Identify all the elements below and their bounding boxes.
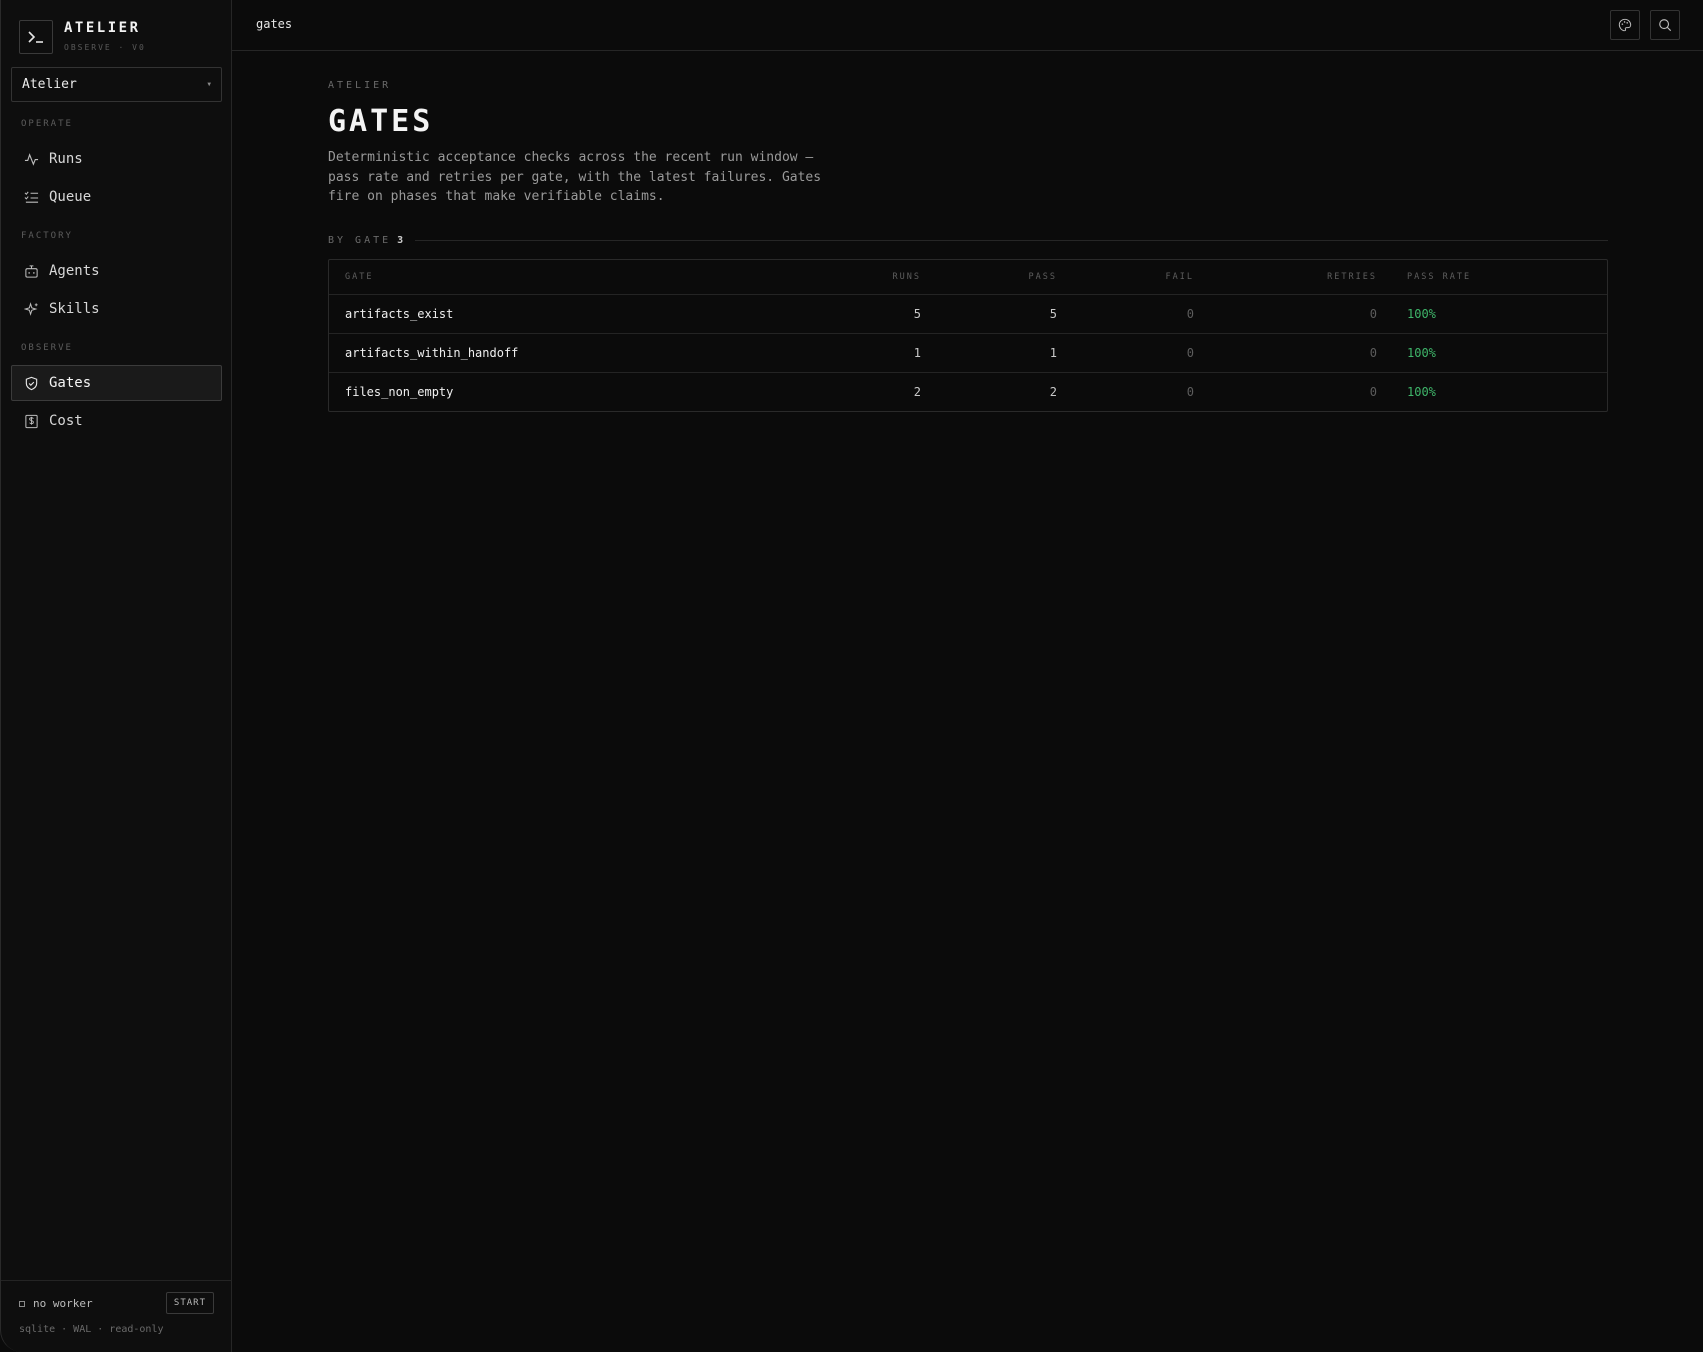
- workspace-select[interactable]: Atelier ▼: [11, 67, 222, 102]
- runs-count: 5: [913, 307, 921, 321]
- terminal-icon: [19, 20, 53, 54]
- list-checks-icon: [24, 191, 39, 203]
- sidebar-item-label: Runs: [49, 151, 83, 167]
- nav-section-factory: FACTORY: [21, 231, 73, 241]
- column-header-gate[interactable]: GATE: [345, 260, 373, 294]
- storage-meta: sqlite · WAL · read-only: [19, 1324, 164, 1335]
- group-count: 3: [397, 234, 404, 246]
- workspace-selected-value: Atelier: [22, 77, 77, 92]
- sidebar-item-label: Agents: [49, 263, 100, 279]
- group-header: BY GATE 3: [328, 232, 1608, 248]
- gate-name: artifacts_within_handoff: [345, 346, 519, 360]
- sidebar-item-runs[interactable]: Runs: [11, 141, 222, 177]
- fail-count: 0: [1186, 346, 1194, 360]
- pass-count: 1: [1049, 346, 1057, 360]
- shield-icon: [25, 376, 38, 390]
- gate-name: files_non_empty: [345, 385, 454, 399]
- gate-name: artifacts_exist: [345, 307, 454, 321]
- brand[interactable]: ATELIER OBSERVE · V0: [19, 20, 219, 54]
- sparkles-icon: [24, 301, 38, 316]
- search-icon: [1659, 19, 1672, 32]
- bot-icon: [25, 264, 38, 278]
- nav-section-observe: OBSERVE: [21, 343, 73, 353]
- sidebar-item-skills[interactable]: Skills: [11, 291, 222, 327]
- pass-count: 2: [1049, 385, 1057, 399]
- sidebar-item-queue[interactable]: Queue: [11, 179, 222, 215]
- activity-icon: [24, 152, 39, 166]
- pass-count: 5: [1049, 307, 1057, 321]
- start-worker-button[interactable]: START: [165, 1292, 214, 1314]
- column-header-fail[interactable]: FAIL: [1166, 260, 1194, 294]
- brand-subtitle: OBSERVE · V0: [64, 43, 146, 52]
- sidebar-item-label: Queue: [49, 189, 92, 205]
- sidebar-item-label: Skills: [49, 301, 100, 317]
- runs-count: 2: [913, 385, 921, 399]
- retries-count: 0: [1369, 307, 1377, 321]
- gates-table: GATE RUNS PASS FAIL RETRIES PASS RATE ar…: [328, 259, 1608, 412]
- worker-status-text: no worker: [33, 1297, 93, 1310]
- page-title: GATES: [328, 104, 434, 139]
- pass-rate: 100%: [1407, 385, 1436, 399]
- fail-count: 0: [1186, 307, 1194, 321]
- app-window: ATELIER OBSERVE · V0 Atelier ▼ OPERATE R…: [0, 0, 1703, 1352]
- column-header-retries[interactable]: RETRIES: [1327, 260, 1377, 294]
- divider: [415, 239, 1608, 241]
- status-dot-icon: [19, 1300, 25, 1307]
- brand-title: ATELIER: [64, 20, 141, 36]
- pass-rate: 100%: [1407, 307, 1436, 321]
- dollar-square-icon: [25, 414, 38, 428]
- table-row[interactable]: files_non_empty 2 2 0 0 100%: [329, 372, 1607, 411]
- palette-icon: [1618, 18, 1632, 32]
- page-description: Deterministic acceptance checks across t…: [328, 150, 822, 204]
- sidebar-item-agents[interactable]: Agents: [11, 253, 222, 289]
- chevron-down-icon: ▼: [207, 81, 211, 88]
- sidebar-footer: no worker START sqlite · WAL · read-only: [1, 1280, 232, 1352]
- sidebar-item-label: Gates: [49, 375, 92, 391]
- nav-section-operate: OPERATE: [21, 119, 73, 129]
- sidebar-item-cost[interactable]: Cost: [11, 403, 222, 439]
- topbar: gates: [232, 0, 1703, 51]
- sidebar-item-label: Cost: [49, 413, 83, 429]
- breadcrumb: gates: [256, 17, 293, 31]
- theme-button[interactable]: [1610, 10, 1640, 40]
- fail-count: 0: [1186, 385, 1194, 399]
- table-row[interactable]: artifacts_exist 5 5 0 0 100%: [329, 294, 1607, 333]
- runs-count: 1: [913, 346, 921, 360]
- column-header-pass[interactable]: PASS: [1029, 260, 1057, 294]
- worker-status: no worker: [19, 1297, 93, 1310]
- table-header-row: GATE RUNS PASS FAIL RETRIES PASS RATE: [329, 260, 1607, 294]
- retries-count: 0: [1369, 385, 1377, 399]
- column-header-pass-rate[interactable]: PASS RATE: [1407, 260, 1471, 294]
- sidebar-item-gates[interactable]: Gates: [11, 365, 222, 401]
- pass-rate: 100%: [1407, 346, 1436, 360]
- retries-count: 0: [1369, 346, 1377, 360]
- table-row[interactable]: artifacts_within_handoff 1 1 0 0 100%: [329, 333, 1607, 372]
- search-button[interactable]: [1650, 10, 1680, 40]
- page-eyebrow: ATELIER: [328, 80, 392, 91]
- column-header-runs[interactable]: RUNS: [893, 260, 921, 294]
- sidebar: ATELIER OBSERVE · V0 Atelier ▼ OPERATE R…: [0, 0, 232, 1352]
- group-label: BY GATE: [328, 234, 392, 246]
